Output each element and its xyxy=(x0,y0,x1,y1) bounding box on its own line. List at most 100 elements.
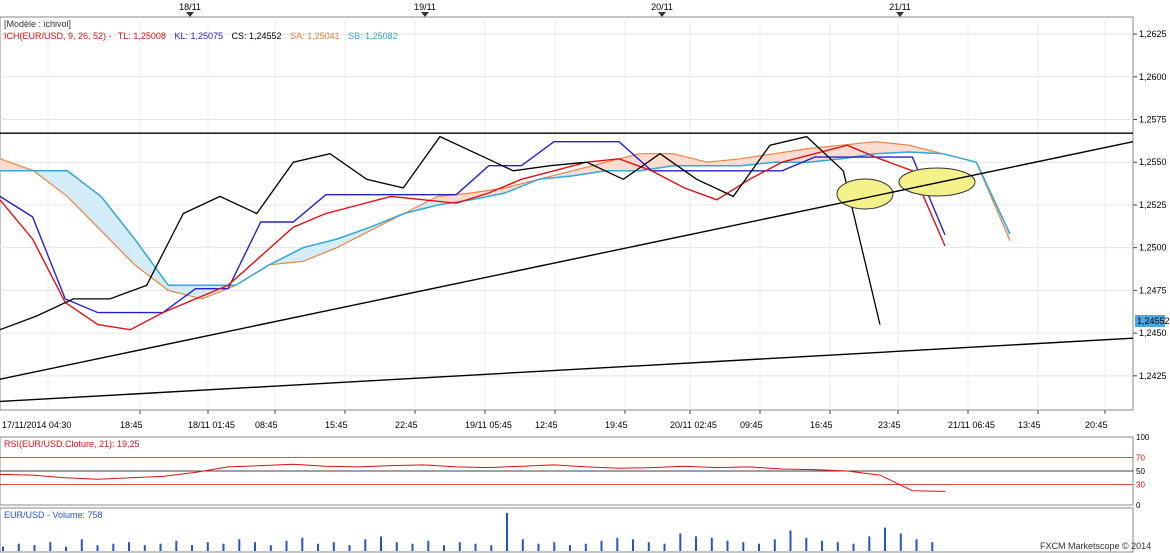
volume-bar xyxy=(269,545,272,551)
volume-bar xyxy=(2,546,4,551)
volume-bar xyxy=(301,537,304,551)
volume-bar xyxy=(915,539,918,551)
volume-panel-frame xyxy=(0,507,1134,553)
price-tick-label: 1,2450 xyxy=(1139,328,1167,338)
rsi-level-label: 70 xyxy=(1136,453,1145,462)
time-label: 20/11 02:45 xyxy=(670,420,717,430)
legend-sa: SA: 1,25041 xyxy=(290,31,340,41)
volume-bar xyxy=(553,542,556,551)
volume-bar xyxy=(600,540,603,551)
volume-bar xyxy=(584,543,587,551)
top-date-label: 21/11 xyxy=(889,2,911,12)
volume-bar xyxy=(395,542,398,551)
volume-bar xyxy=(222,543,225,551)
top-date-marker xyxy=(186,12,194,17)
volume-bar xyxy=(254,542,256,551)
volume-bar xyxy=(632,539,634,551)
rsi-panel: 100 70 50 30 0 RSI(EUR/USD.Cloture, 21): 19,… xyxy=(0,433,1150,510)
volume-bar xyxy=(805,537,808,551)
volume-bar xyxy=(348,545,351,551)
volume-bar xyxy=(663,543,666,551)
top-date-marker xyxy=(896,12,904,17)
volume-bar xyxy=(789,530,792,551)
top-date-marker xyxy=(421,12,429,17)
volume-bar xyxy=(726,540,729,551)
volume-bar xyxy=(569,545,571,551)
volume-bar xyxy=(852,543,855,551)
time-label: 13:45 xyxy=(1018,420,1041,430)
volume-bar xyxy=(96,545,99,551)
rsi-level-label: 100 xyxy=(1136,433,1150,442)
volume-bar xyxy=(112,543,115,551)
price-tick-label: 1,2500 xyxy=(1139,243,1167,253)
rsi-label: RSI(EUR/USD.Cloture, 21): 19,25 xyxy=(4,439,140,449)
legend-model: [Modèle : ichivol] xyxy=(4,19,71,29)
volume-bar xyxy=(506,513,508,551)
volume-bar xyxy=(33,545,36,551)
time-label: 12:45 xyxy=(535,420,558,430)
time-label: 19:45 xyxy=(605,420,628,430)
top-date-marker xyxy=(658,12,666,17)
price-panel-frame xyxy=(0,16,1134,411)
volume-bar xyxy=(537,543,540,551)
price-tick-label: 1,2525 xyxy=(1139,200,1167,210)
top-date-bar: 18/11 19/11 20/11 21/11 xyxy=(179,2,911,17)
volume-bar xyxy=(647,542,650,551)
legend-tl: TL: 1,25008 xyxy=(118,31,166,41)
volume-bar xyxy=(490,545,493,551)
legend-ichimoku: ICH(EUR/USD, 9, 26, 52) - TL: 1,25008 KL… xyxy=(4,31,398,41)
time-label: 20:45 xyxy=(1085,420,1108,430)
volume-bar xyxy=(443,545,445,551)
volume-bar xyxy=(899,533,902,551)
volume-label: EUR/USD - Volume: 758 xyxy=(4,510,103,520)
volume-bar xyxy=(206,542,209,551)
volume-bar xyxy=(821,540,823,551)
volume-bar xyxy=(758,543,760,551)
price-panel: [Modèle : ichivol] ICH(EUR/USD, 9, 26, 5… xyxy=(0,16,1134,411)
rsi-level-label: 30 xyxy=(1136,481,1145,490)
volume-bar xyxy=(931,542,934,551)
volume-bar xyxy=(521,539,524,551)
time-label: 17/11/2014 04:30 xyxy=(2,420,71,430)
highlight-ellipse xyxy=(898,167,976,197)
volume-bar xyxy=(458,542,461,551)
price-tick-label: 1,2425 xyxy=(1139,371,1167,381)
volume-bar xyxy=(868,536,871,551)
price-axis: 1,2425 1,2450 1,2475 1,2500 1,2525 1,2550 1,25… xyxy=(1133,29,1167,381)
legend-cs: CS: 1,24552 xyxy=(232,31,282,41)
credit-text: FXCM Marketscope © 2014 xyxy=(1040,541,1151,551)
price-tick-label: 1,2600 xyxy=(1139,72,1167,82)
time-label: 18:45 xyxy=(120,420,143,430)
volume-bar xyxy=(773,539,776,551)
volume-bar xyxy=(17,543,20,551)
time-label: 21/11 06:45 xyxy=(948,420,995,430)
price-tick-label: 1,2575 xyxy=(1139,115,1167,125)
volume-bar xyxy=(238,539,241,551)
volume-bar xyxy=(364,539,367,551)
volume-bar xyxy=(427,540,430,551)
chart-canvas: 18/11 19/11 20/11 21/11 [Modèle : ichivol] … xyxy=(0,2,1170,553)
volume-bar xyxy=(332,542,335,551)
volume-bar xyxy=(191,545,193,551)
volume-bar xyxy=(175,540,178,551)
time-label: 08:45 xyxy=(255,420,278,430)
current-price-tag: 1,24552 xyxy=(1135,315,1170,327)
volume-bar xyxy=(317,543,319,551)
volume-panel: EUR/USD - Volume: 758 FXCM Marketscope ©… xyxy=(0,507,1151,553)
price-tick-label: 1,2550 xyxy=(1139,157,1167,167)
volume-bar xyxy=(143,545,146,551)
volume-bar xyxy=(884,527,886,551)
time-label: 23:45 xyxy=(878,420,901,430)
volume-bar xyxy=(128,542,130,551)
volume-bar xyxy=(380,536,382,551)
volume-bar xyxy=(695,536,697,551)
volume-bar xyxy=(65,546,67,551)
top-date-label: 18/11 xyxy=(179,2,201,12)
time-label: 16:45 xyxy=(810,420,833,430)
volume-bar xyxy=(159,543,162,551)
time-label: 18/11 01:45 xyxy=(188,420,235,430)
volume-bar xyxy=(285,540,288,551)
volume-bar xyxy=(411,543,414,551)
time-label: 09:45 xyxy=(740,420,763,430)
volume-bar xyxy=(474,543,477,551)
